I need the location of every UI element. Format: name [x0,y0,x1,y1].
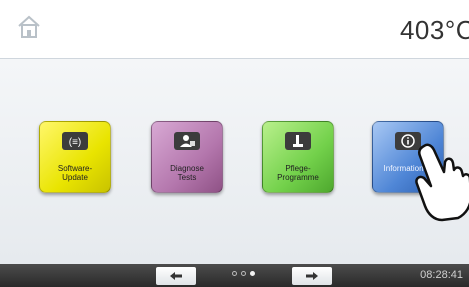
software-update-icon: (≡) [62,132,88,150]
arrow-right-icon [306,272,318,280]
care-programs-button[interactable]: Pflege- Programme [262,121,334,193]
page-dot [232,271,237,276]
device-screen: 403°C (≡) Software- Update Diagnose Test… [0,0,469,287]
home-button[interactable] [14,12,44,42]
next-page-button[interactable] [292,267,332,285]
diagnose-icon [174,132,200,150]
page-dot [241,271,246,276]
care-program-icon [285,132,311,150]
previous-page-button[interactable] [156,267,196,285]
clock: 08:28:41 [420,269,463,281]
tile-label-software-update: Software- Update [57,164,93,182]
software-update-button[interactable]: (≡) Software- Update [39,121,111,193]
page-indicator [232,271,255,276]
diagnose-tests-button[interactable]: Diagnose Tests [151,121,223,193]
footer-bar: 08:28:41 [0,264,469,287]
tile-label-diagnose-tests: Diagnose Tests [170,164,204,182]
page-dot-active [250,271,255,276]
arrow-left-icon [170,272,182,280]
tile-label-care-programs: Pflege- Programme [277,164,319,182]
svg-text:(≡): (≡) [69,137,82,147]
home-icon [18,15,40,38]
temperature-display: 403°C [399,15,469,45]
pointer-hand-icon [415,143,469,222]
header-bar: 403°C [0,0,469,59]
